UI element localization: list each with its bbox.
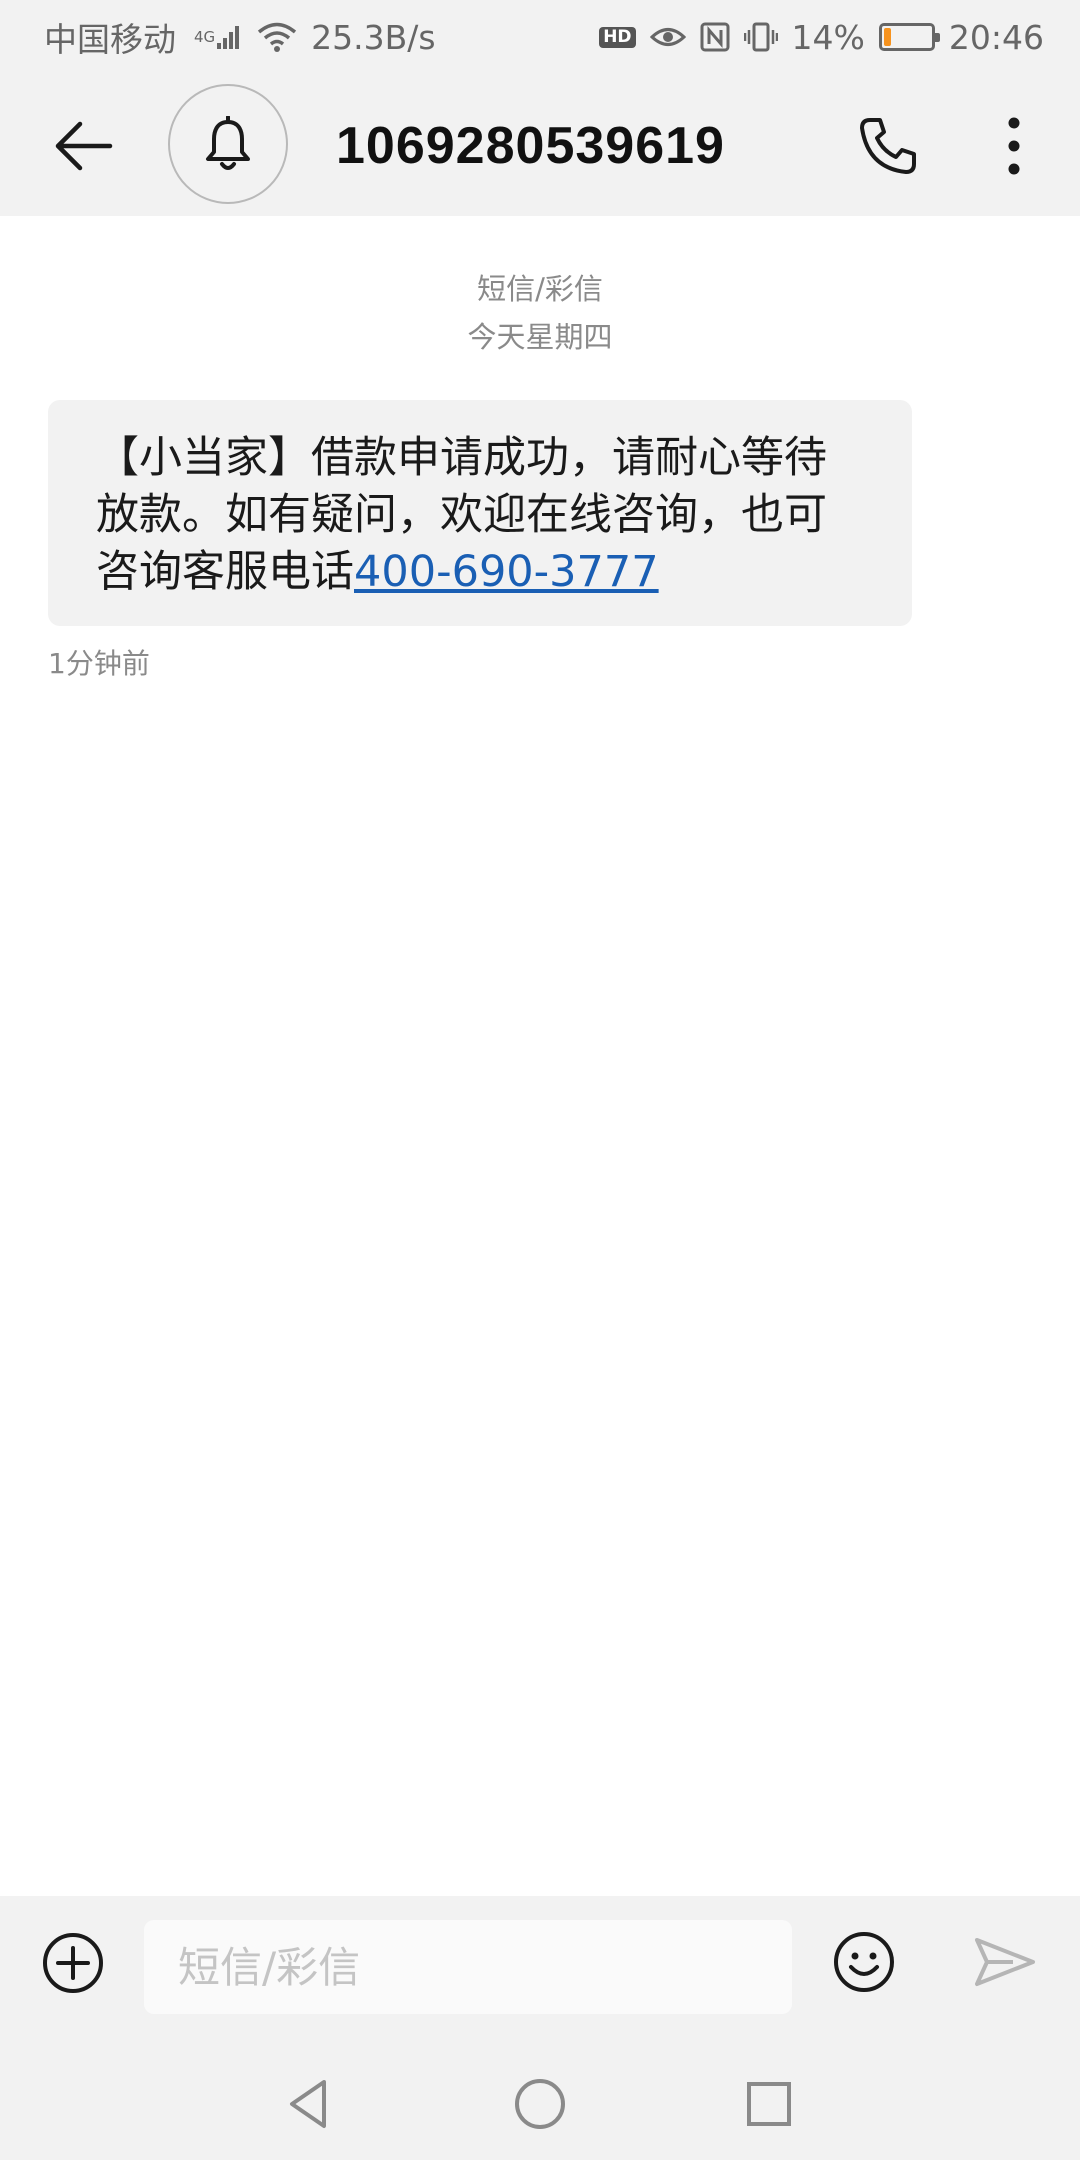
status-bar: 中国移动 4G 25.3B/s HD 14% 20:46 — [0, 0, 1080, 74]
contact-number: 1069280539619 — [336, 117, 725, 175]
wifi-icon — [257, 21, 297, 53]
more-vertical-icon — [1008, 117, 1020, 175]
nfc-icon — [700, 22, 730, 52]
message-timestamp: 1分钟前 — [48, 647, 150, 680]
more-options-button[interactable] — [984, 104, 1044, 188]
network-speed: 25.3B/s — [311, 17, 436, 57]
clock: 20:46 — [948, 17, 1044, 57]
system-navigation-bar — [0, 2046, 1080, 2160]
phone-icon — [860, 118, 916, 174]
call-button[interactable] — [846, 104, 930, 188]
notification-toggle-button[interactable] — [168, 84, 288, 204]
attach-button[interactable] — [40, 1930, 106, 1996]
status-bar-right: HD 14% 20:46 — [599, 18, 1044, 57]
signal-icon: 4G — [190, 23, 243, 51]
bell-icon — [206, 116, 250, 170]
vibrate-icon — [743, 22, 778, 52]
conversation-header: 1069280539619 — [0, 74, 1080, 216]
smiley-icon — [834, 1932, 894, 1992]
message-bubble[interactable]: 【小当家】借款申请成功，请耐心等待放款。如有疑问，欢迎在线咨询，也可咨询客服电话… — [48, 400, 912, 626]
phone-number-link[interactable]: 400-690-3777 — [354, 547, 659, 597]
emoji-button[interactable] — [830, 1928, 898, 1996]
hd-icon: HD — [599, 26, 636, 48]
send-icon — [975, 1938, 1035, 1986]
date-separator: 今天星期四 — [467, 320, 613, 354]
arrow-left-icon — [55, 121, 113, 171]
message-composer — [0, 1896, 1080, 2046]
message-type-label: 短信/彩信 — [477, 272, 603, 306]
message-input[interactable] — [144, 1920, 792, 2014]
eye-comfort-icon — [649, 24, 686, 50]
status-bar-left: 中国移动 4G 25.3B/s — [44, 13, 436, 61]
battery-level-fill — [883, 28, 891, 46]
back-button[interactable] — [44, 110, 124, 182]
plus-circle-icon — [43, 1933, 103, 1993]
network-type: 4G — [194, 28, 216, 46]
carrier-name: 中国移动 — [44, 20, 176, 59]
battery-percent: 14% — [791, 17, 865, 57]
nav-home-icon[interactable] — [510, 2072, 570, 2132]
battery-icon — [878, 23, 940, 51]
nav-recent-apps-icon[interactable] — [740, 2074, 800, 2134]
send-button[interactable] — [970, 1932, 1040, 1992]
sms-conversation-screen: 中国移动 4G 25.3B/s HD 14% 20:46 10692805396… — [0, 0, 1080, 2160]
nav-back-icon[interactable] — [280, 2074, 340, 2134]
